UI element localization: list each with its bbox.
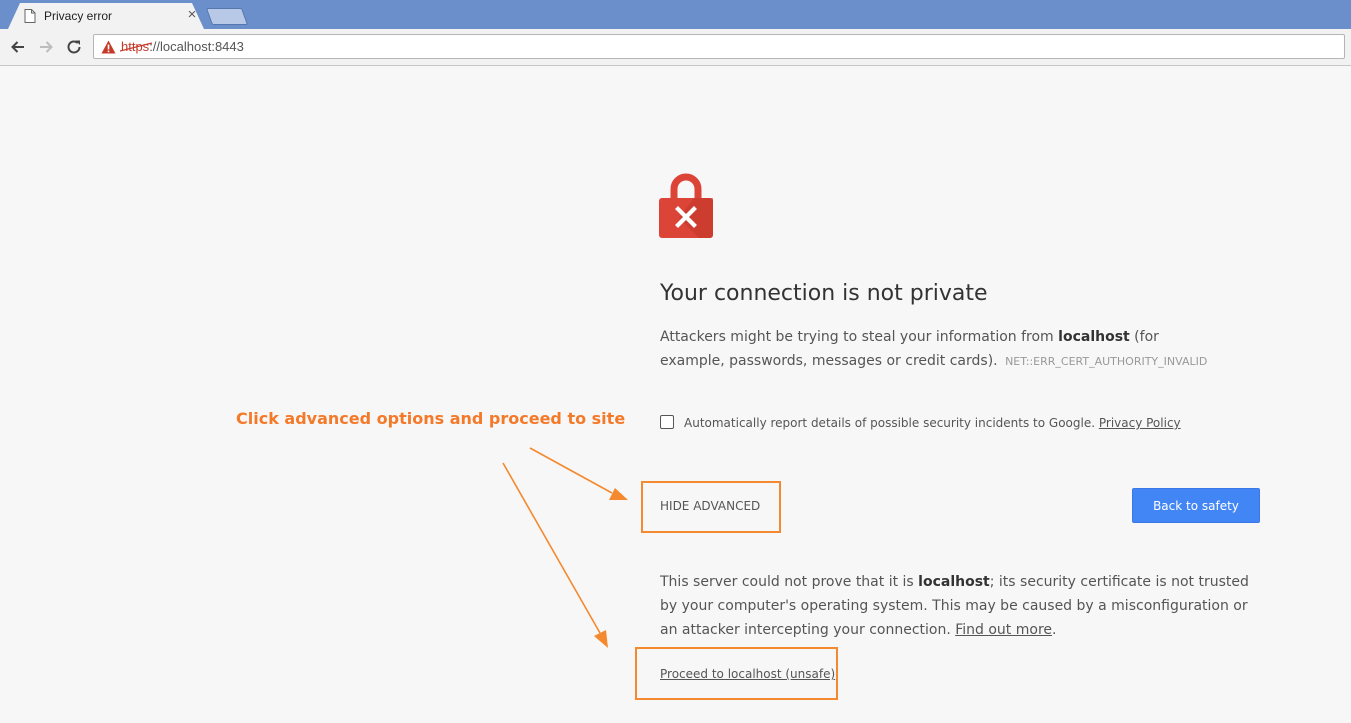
warning-triangle-icon[interactable] — [101, 40, 116, 54]
tab-title: Privacy error — [44, 9, 113, 23]
tab-privacy-error[interactable]: Privacy error × — [8, 3, 204, 29]
report-text: Automatically report details of possible… — [684, 416, 1096, 430]
arrow-head-advanced — [609, 488, 628, 500]
new-tab-button[interactable] — [205, 8, 249, 25]
back-to-safety-button[interactable]: Back to safety — [1132, 488, 1260, 523]
url-host: ://localhost:8443 — [149, 39, 244, 54]
details-end: . — [1052, 622, 1057, 638]
annotation-box-proceed — [635, 647, 838, 700]
reload-icon[interactable] — [64, 37, 84, 57]
back-arrow-icon[interactable] — [8, 37, 28, 57]
close-tab-icon[interactable]: × — [184, 6, 200, 24]
privacy-policy-link[interactable]: Privacy Policy — [1099, 416, 1181, 430]
tab-strip: Privacy error × — [0, 0, 1351, 29]
forward-arrow-icon[interactable] — [36, 37, 56, 57]
browser-toolbar: https://localhost:8443 — [0, 29, 1351, 66]
report-label: Automatically report details of possible… — [684, 416, 1181, 430]
find-out-more-link[interactable]: Find out more — [955, 622, 1052, 638]
details-text: This server could not prove that it is — [660, 574, 919, 590]
page-title: Your connection is not private — [660, 281, 988, 306]
page-icon — [24, 9, 36, 23]
annotation-text: Click advanced options and proceed to si… — [236, 409, 626, 428]
desc-text: Attackers might be trying to steal your … — [660, 329, 1059, 345]
report-checkbox[interactable] — [660, 415, 674, 429]
details-message: This server could not prove that it is l… — [660, 570, 1260, 642]
error-code: NET::ERR_CERT_AUTHORITY_INVALID — [1005, 355, 1208, 368]
details-host: localhost — [918, 574, 990, 590]
annotation-box-advanced — [641, 481, 781, 533]
main-message: Attackers might be trying to steal your … — [660, 325, 1220, 374]
url-strike — [120, 42, 152, 52]
url-text[interactable]: https://localhost:8443 — [120, 39, 244, 54]
arrow-head-proceed — [594, 630, 608, 648]
broken-lock-icon — [659, 173, 713, 238]
desc-host: localhost — [1058, 329, 1130, 345]
address-bar[interactable]: https://localhost:8443 — [93, 34, 1345, 59]
